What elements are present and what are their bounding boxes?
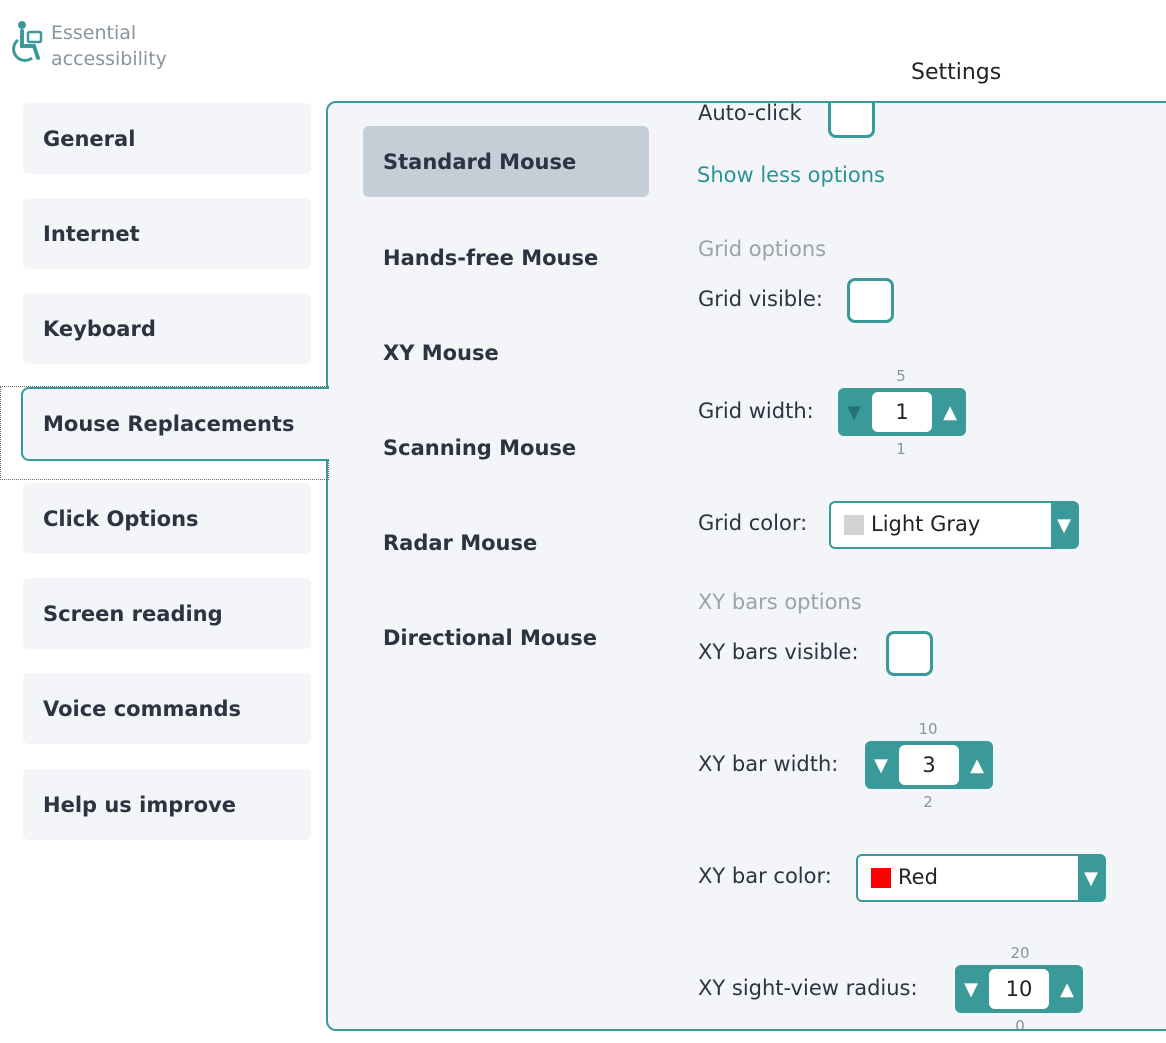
xy-bar-width-label: XY bar width:: [698, 752, 839, 776]
nav-item-mouse-replacements[interactable]: Mouse Replacements: [21, 387, 329, 461]
grid-width-label: Grid width:: [698, 399, 814, 423]
grid-color-label: Grid color:: [698, 511, 808, 535]
grid-options-heading: Grid options: [698, 237, 827, 261]
color-swatch: [871, 868, 891, 888]
page-title: Settings: [911, 60, 1002, 85]
logo-line-1: Essential: [51, 22, 137, 44]
grid-color-select[interactable]: Light Gray ▼: [829, 501, 1079, 549]
submenu-label: Directional Mouse: [383, 625, 597, 650]
nav-item-click-options[interactable]: Click Options: [23, 483, 311, 554]
xy-bar-color-value: Red: [898, 865, 938, 889]
grid-color-value: Light Gray: [871, 512, 981, 536]
submenu-label: Standard Mouse: [383, 149, 577, 174]
triangle-up-icon[interactable]: ▲: [963, 741, 991, 789]
nav-item-label: Screen reading: [43, 601, 223, 626]
xy-radius-stepper: ▼ 10 ▲: [955, 965, 1083, 1013]
nav-item-keyboard[interactable]: Keyboard: [23, 293, 311, 364]
xy-bar-width-value[interactable]: 3: [899, 745, 959, 785]
nav-item-label: Click Options: [43, 506, 199, 531]
nav-item-internet[interactable]: Internet: [23, 198, 311, 269]
chevron-down-icon[interactable]: ▼: [1078, 856, 1104, 900]
submenu-label: XY Mouse: [383, 340, 499, 365]
logo-text: Essential accessibility: [51, 20, 167, 72]
nav-item-general[interactable]: General: [23, 103, 311, 174]
submenu-label: Radar Mouse: [383, 530, 538, 555]
submenu-scanning-mouse[interactable]: Scanning Mouse: [363, 412, 649, 483]
auto-click-label: Auto-click: [698, 101, 802, 125]
submenu-label: Hands-free Mouse: [383, 245, 599, 270]
chevron-down-icon[interactable]: ▼: [1051, 503, 1077, 547]
submenu-directional-mouse[interactable]: Directional Mouse: [363, 602, 649, 673]
nav-item-label: Keyboard: [43, 316, 156, 341]
nav-item-label: Voice commands: [43, 696, 242, 721]
xy-bar-color-select[interactable]: Red ▼: [856, 854, 1106, 902]
accessibility-person-icon: [12, 21, 43, 62]
xy-bars-visible-checkbox[interactable]: [886, 631, 933, 676]
xy-bars-visible-label: XY bars visible:: [698, 640, 859, 664]
submenu-xy-mouse[interactable]: XY Mouse: [363, 317, 649, 388]
grid-visible-checkbox[interactable]: [847, 278, 894, 323]
triangle-up-icon[interactable]: ▲: [1053, 965, 1081, 1013]
xy-radius-label: XY sight-view radius:: [698, 976, 918, 1000]
xy-bar-width-max: 10: [918, 720, 938, 738]
xy-bar-color-label: XY bar color:: [698, 864, 832, 888]
triangle-up-icon[interactable]: ▲: [936, 388, 964, 436]
triangle-down-icon[interactable]: ▼: [957, 965, 985, 1013]
triangle-down-icon[interactable]: ▼: [840, 388, 868, 436]
grid-width-value[interactable]: 1: [872, 392, 932, 432]
nav-item-label: Mouse Replacements: [43, 412, 295, 436]
color-swatch: [844, 515, 864, 535]
grid-width-max: 5: [896, 367, 906, 385]
app-logo: Essential accessibility: [10, 20, 167, 72]
xy-radius-max: 20: [1010, 944, 1030, 962]
xy-bar-width-min: 2: [923, 793, 933, 811]
grid-width-min: 1: [896, 440, 906, 458]
submenu-label: Scanning Mouse: [383, 435, 577, 460]
xy-bars-options-heading: XY bars options: [698, 590, 862, 614]
submenu-standard-mouse[interactable]: Standard Mouse: [363, 126, 649, 197]
xy-radius-min: 0: [1015, 1017, 1025, 1031]
xy-radius-value[interactable]: 10: [989, 969, 1049, 1009]
grid-width-stepper: ▼ 1 ▲: [838, 388, 966, 436]
settings-panel: Standard Mouse Hands-free Mouse XY Mouse…: [326, 101, 1166, 1031]
xy-bar-width-stepper: ▼ 3 ▲: [865, 741, 993, 789]
nav-item-label: General: [43, 126, 136, 151]
nav-item-screen-reading[interactable]: Screen reading: [23, 578, 311, 649]
nav-item-label: Help us improve: [43, 792, 236, 817]
nav-item-help-us-improve[interactable]: Help us improve: [23, 769, 311, 840]
triangle-down-icon[interactable]: ▼: [867, 741, 895, 789]
grid-visible-label: Grid visible:: [698, 287, 823, 311]
auto-click-checkbox[interactable]: [828, 103, 875, 138]
show-less-options-link[interactable]: Show less options: [697, 163, 885, 187]
submenu-radar-mouse[interactable]: Radar Mouse: [363, 507, 649, 578]
nav-item-label: Internet: [43, 221, 140, 246]
nav-item-voice-commands[interactable]: Voice commands: [23, 673, 311, 744]
logo-line-2: accessibility: [51, 48, 167, 70]
submenu-hands-free-mouse[interactable]: Hands-free Mouse: [363, 222, 649, 293]
